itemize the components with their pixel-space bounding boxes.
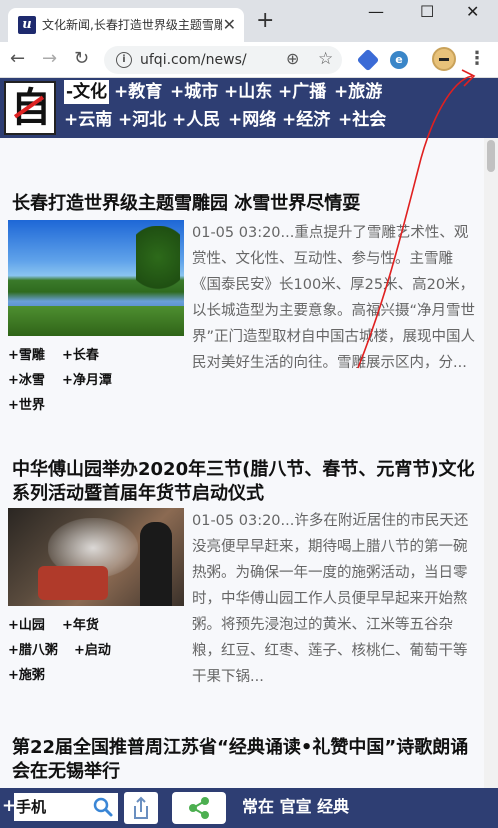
browser-tab-strip: u 文化新闻,长春打造世界级主题雪雕园 ✕ + — ☐ ✕ bbox=[0, 0, 498, 42]
category-link[interactable]: +教育 bbox=[114, 80, 162, 104]
category-link[interactable]: +社会 bbox=[338, 108, 386, 132]
share-nodes-icon bbox=[189, 797, 209, 819]
category-link[interactable]: +山东 bbox=[224, 80, 272, 104]
category-link[interactable]: +云南 bbox=[64, 108, 112, 132]
article-summary[interactable]: 01-05 03:20...许多在附近居住的市民天还没亮便早早赶来，期待喝上腊八… bbox=[192, 508, 478, 690]
category-link[interactable]: +人民 bbox=[172, 108, 220, 132]
browser-toolbar: ← → ↻ i ufqi.com/news/ ⊕ ☆ e ⋮ bbox=[0, 42, 498, 78]
tag-link[interactable]: +腊八粥 bbox=[8, 641, 58, 661]
tag-link[interactable]: +年货 bbox=[62, 616, 99, 636]
extension-icon[interactable] bbox=[356, 48, 380, 72]
wechat-share-button[interactable] bbox=[172, 792, 226, 824]
menu-icon[interactable]: ⋮ bbox=[468, 48, 486, 70]
tag-link[interactable]: +雪雕 bbox=[8, 346, 45, 366]
search-icon[interactable] bbox=[92, 796, 114, 818]
bottom-toolbar: + 手机 常在 官宣 经典 bbox=[0, 788, 498, 828]
category-link[interactable]: +城市 bbox=[170, 80, 218, 104]
back-icon[interactable]: ← bbox=[10, 48, 25, 70]
profile-avatar[interactable] bbox=[432, 47, 456, 71]
article-thumbnail[interactable] bbox=[8, 220, 184, 336]
article-title[interactable]: 长春打造世界级主题雪雕园 冰雪世界尽情耍 bbox=[12, 192, 480, 216]
info-icon[interactable]: i bbox=[116, 52, 132, 68]
scrollbar-thumb[interactable] bbox=[487, 140, 495, 172]
reload-icon[interactable]: ↻ bbox=[74, 48, 89, 70]
tag-link[interactable]: +长春 bbox=[62, 346, 99, 366]
category-link-culture[interactable]: -文化 bbox=[64, 80, 110, 104]
thumbnail-tree bbox=[136, 226, 180, 304]
minimize-icon[interactable]: — bbox=[368, 2, 384, 22]
share-icon bbox=[134, 796, 148, 819]
address-bar[interactable]: i ufqi.com/news/ ⊕ ☆ bbox=[104, 46, 342, 74]
category-link[interactable]: +广播 bbox=[278, 80, 326, 104]
star-icon[interactable]: ☆ bbox=[318, 49, 333, 69]
tab-title: 文化新闻,长春打造世界级主题雪雕园 bbox=[42, 18, 222, 32]
tab-close-icon[interactable]: ✕ bbox=[223, 15, 236, 35]
article-thumbnail[interactable] bbox=[8, 508, 184, 606]
site-favicon-icon: u bbox=[18, 16, 36, 34]
news-list: 长春打造世界级主题雪雕园 冰雪世界尽情耍 01-05 03:20...重点提升了… bbox=[0, 138, 484, 788]
extension-icon-2[interactable]: e bbox=[390, 51, 408, 69]
thumbnail-person bbox=[140, 522, 172, 606]
bottom-links[interactable]: 常在 官宣 经典 bbox=[242, 796, 349, 818]
search-input-value[interactable]: 手机 bbox=[16, 796, 46, 818]
page-scrollbar[interactable] bbox=[484, 138, 498, 788]
search-input[interactable]: 手机 bbox=[14, 793, 118, 821]
category-link[interactable]: +河北 bbox=[118, 108, 166, 132]
article-summary[interactable]: 01-05 03:20...重点提升了雪雕艺术性、观赏性、文化性、互动性、参与性… bbox=[192, 220, 478, 376]
tag-link[interactable]: +净月潭 bbox=[62, 371, 112, 391]
share-button[interactable] bbox=[124, 792, 158, 824]
close-window-icon[interactable]: ✕ bbox=[466, 2, 479, 22]
site-logo[interactable]: 自 bbox=[4, 81, 56, 135]
site-header: 自 -文化 +教育 +城市 +山东 +广播 +旅游 +云南 +河北 +人民 +网… bbox=[0, 78, 498, 138]
url-text[interactable]: ufqi.com/news/ bbox=[140, 51, 247, 69]
category-link[interactable]: +网络 bbox=[228, 108, 276, 132]
thumbnail-pot bbox=[38, 566, 108, 600]
tag-link[interactable]: +世界 bbox=[8, 396, 45, 416]
thumbnail-bank bbox=[8, 306, 184, 336]
zoom-icon[interactable]: ⊕ bbox=[286, 49, 299, 69]
category-link[interactable]: +经济 bbox=[282, 108, 330, 132]
tag-link[interactable]: +山园 bbox=[8, 616, 45, 636]
maximize-icon[interactable]: ☐ bbox=[420, 2, 434, 22]
article-title[interactable]: 中华傅山园举办2020年三节(腊八节、春节、元宵节)文化系列活动暨首届年货节启动… bbox=[12, 458, 480, 506]
article-title[interactable]: 第22届全国推普周江苏省“经典诵读•礼赞中国”诗歌朗诵会在无锡举行 bbox=[12, 736, 480, 784]
forward-icon[interactable]: → bbox=[42, 48, 57, 70]
category-link[interactable]: +旅游 bbox=[334, 80, 382, 104]
tag-link[interactable]: +施粥 bbox=[8, 666, 45, 686]
tag-link[interactable]: +冰雪 bbox=[8, 371, 45, 391]
new-tab-button[interactable]: + bbox=[256, 10, 274, 32]
tag-link[interactable]: +启动 bbox=[74, 641, 111, 661]
browser-tab[interactable]: u 文化新闻,长春打造世界级主题雪雕园 ✕ bbox=[8, 8, 244, 42]
